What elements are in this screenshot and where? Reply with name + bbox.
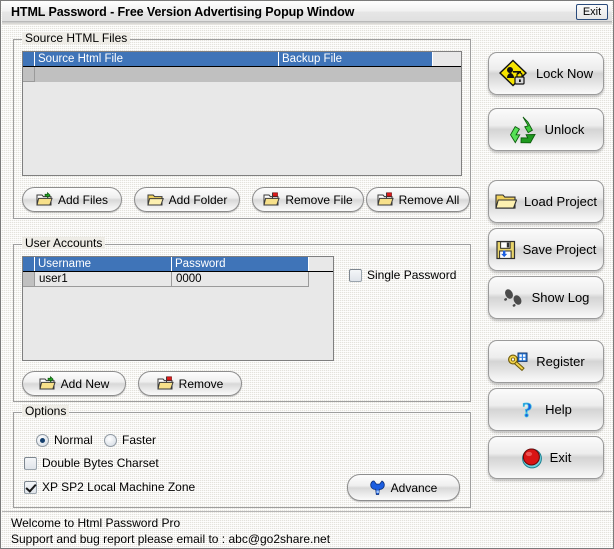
remove-file-label: Remove File (285, 192, 353, 207)
add-folder-button[interactable]: Add Folder (134, 187, 240, 212)
radio-normal-circle[interactable] (36, 433, 49, 447)
save-project-label: Save Project (522, 242, 597, 257)
xp-sp2-zone-label: XP SP2 Local Machine Zone (42, 480, 196, 494)
source-files-empty-cell (35, 67, 433, 82)
load-project-button[interactable]: Load Project (488, 180, 604, 223)
recycle-icon (508, 115, 538, 145)
source-files-column-source[interactable]: Source Html File (35, 52, 279, 66)
table-row[interactable]: user1 0000 (23, 272, 333, 287)
user-accounts-title: User Accounts (22, 237, 106, 249)
lock-sign-icon (498, 59, 529, 89)
xp-sp2-zone-checkbox-box[interactable] (24, 480, 37, 494)
add-new-account-button[interactable]: Add New (22, 371, 126, 396)
double-bytes-charset-checkbox-box[interactable] (24, 456, 37, 470)
radio-normal-label: Normal (54, 433, 93, 447)
advance-label: Advance (390, 480, 438, 495)
user-accounts-header-gutter (23, 257, 35, 271)
floppy-disk-icon (496, 240, 516, 260)
register-label: Register (536, 354, 585, 369)
exit-button[interactable]: Exit (488, 436, 604, 479)
status-line-support: Support and bug report please email to :… (11, 532, 331, 546)
remove-account-label: Remove (178, 376, 224, 391)
single-password-label: Single Password (367, 268, 457, 282)
double-bytes-charset-checkbox[interactable]: Double Bytes Charset (24, 456, 159, 470)
folder-open-icon (147, 192, 164, 207)
user-accounts-row-gutter (23, 272, 35, 287)
help-button[interactable]: ? Help (488, 388, 604, 431)
source-files-row-gutter (23, 67, 35, 82)
user-accounts-group: User Accounts Username Password user1 00… (13, 237, 471, 402)
save-project-button[interactable]: Save Project (488, 228, 604, 271)
register-button[interactable]: Register (488, 340, 604, 383)
help-label: Help (545, 402, 572, 417)
add-new-account-label: Add New (60, 376, 110, 391)
folder-remove-icon (263, 192, 281, 207)
status-bar: Welcome to Html Password Pro Support and… (2, 511, 612, 547)
load-project-label: Load Project (524, 194, 597, 209)
single-password-checkbox[interactable]: Single Password (349, 268, 456, 282)
source-files-listview[interactable]: Source Html File Backup File (22, 51, 462, 176)
user-accounts-cell-password[interactable]: 0000 (172, 272, 309, 287)
footprints-icon (503, 288, 525, 308)
svg-text:?: ? (522, 399, 533, 421)
radio-faster[interactable]: Faster (104, 433, 156, 447)
radio-normal[interactable]: Normal (36, 433, 93, 447)
power-button-icon (521, 447, 543, 469)
unlock-button[interactable]: Unlock (488, 108, 604, 151)
remove-file-button[interactable]: Remove File (252, 187, 364, 212)
folder-add-icon (36, 192, 53, 207)
application-window: HTML Password - Free Version Advertising… (0, 0, 614, 549)
unlock-label: Unlock (544, 122, 585, 137)
show-log-label: Show Log (531, 290, 590, 305)
title-bar-shadow (2, 22, 612, 25)
source-files-header-row: Source Html File Backup File (23, 52, 461, 67)
source-html-files-group: Source HTML Files Source Html File Backu… (13, 32, 471, 219)
folder-add-icon (39, 376, 56, 391)
radio-faster-circle[interactable] (104, 433, 117, 447)
exit-label: Exit (549, 450, 572, 465)
add-files-button[interactable]: Add Files (22, 187, 122, 212)
options-title: Options (22, 405, 70, 417)
key-icon (507, 352, 529, 372)
add-files-label: Add Files (57, 192, 109, 207)
status-line-welcome: Welcome to Html Password Pro (11, 516, 181, 530)
show-log-button[interactable]: Show Log (488, 276, 604, 319)
xp-sp2-zone-checkbox[interactable]: XP SP2 Local Machine Zone (24, 480, 195, 494)
user-accounts-cell-username[interactable]: user1 (35, 272, 172, 287)
source-html-files-title: Source HTML Files (22, 32, 131, 44)
user-accounts-column-username[interactable]: Username (35, 257, 172, 271)
lock-now-label: Lock Now (535, 66, 594, 81)
lock-now-button[interactable]: Lock Now (488, 52, 604, 95)
options-group: Options Normal Faster Double Bytes Chars… (13, 405, 471, 508)
remove-all-label: Remove All (398, 192, 460, 207)
folder-remove-icon (157, 376, 174, 391)
titlebar-exit-button[interactable]: Exit (576, 4, 608, 20)
wrench-icon (369, 479, 386, 496)
source-files-column-backup[interactable]: Backup File (279, 52, 433, 66)
advance-button[interactable]: Advance (347, 474, 460, 501)
folder-remove-all-icon (377, 192, 394, 207)
source-files-header-gutter (23, 52, 35, 66)
remove-all-button[interactable]: Remove All (366, 187, 470, 212)
single-password-checkbox-box[interactable] (349, 268, 362, 282)
add-folder-label: Add Folder (168, 192, 228, 207)
folder-open-icon (495, 192, 517, 211)
double-bytes-charset-label: Double Bytes Charset (42, 456, 159, 470)
source-files-empty-row[interactable] (23, 67, 461, 82)
question-mark-icon: ? (520, 399, 538, 421)
page-title: HTML Password - Free Version Advertising… (11, 5, 355, 19)
remove-account-button[interactable]: Remove (138, 371, 242, 396)
user-accounts-header-row: Username Password (23, 257, 333, 272)
user-accounts-column-password[interactable]: Password (172, 257, 309, 271)
user-accounts-listview[interactable]: Username Password user1 0000 (22, 256, 334, 361)
title-bar: HTML Password - Free Version Advertising… (2, 2, 612, 22)
radio-faster-label: Faster (122, 433, 157, 447)
